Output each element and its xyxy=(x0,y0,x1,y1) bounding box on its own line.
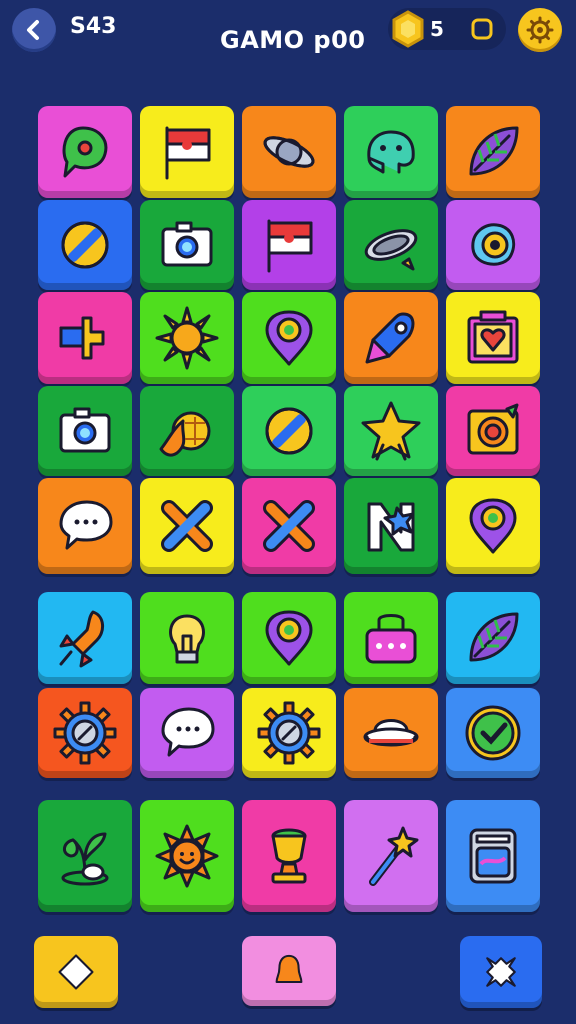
gear-icon xyxy=(257,701,321,765)
game-tile[interactable] xyxy=(446,106,540,198)
flag-icon xyxy=(165,126,211,180)
game-tile[interactable] xyxy=(446,292,540,384)
game-tile[interactable] xyxy=(242,200,336,290)
game-tile[interactable] xyxy=(344,292,438,384)
bell-button[interactable] xyxy=(242,936,336,1006)
x-mark-icon xyxy=(161,500,213,552)
game-tile[interactable] xyxy=(344,688,438,778)
star-icon xyxy=(361,401,421,461)
lightbulb-icon xyxy=(169,614,205,664)
game-tile[interactable] xyxy=(38,386,132,476)
game-tile[interactable] xyxy=(344,200,438,290)
game-tile[interactable] xyxy=(242,292,336,384)
location-pin-icon xyxy=(265,610,313,666)
game-tile[interactable] xyxy=(140,592,234,684)
game-tile[interactable] xyxy=(38,292,132,384)
check-icon xyxy=(465,705,521,761)
game-tile[interactable] xyxy=(38,800,132,912)
diamond-button[interactable] xyxy=(34,936,118,1008)
rocket-icon xyxy=(365,312,415,364)
game-tile[interactable] xyxy=(140,800,234,912)
chat-pin-icon xyxy=(62,126,108,178)
location-pin-icon xyxy=(265,310,313,366)
game-tile[interactable] xyxy=(140,688,234,778)
game-tile[interactable] xyxy=(242,800,336,912)
game-tile[interactable] xyxy=(344,386,438,476)
gear-icon xyxy=(53,701,117,765)
blob-creature-icon xyxy=(367,130,415,174)
hat-icon xyxy=(363,719,419,747)
saturn-star-icon xyxy=(364,229,418,271)
camera-icon xyxy=(161,221,213,267)
rocket-ring-icon xyxy=(61,221,109,269)
shuffle-icon xyxy=(486,957,516,987)
camera-icon xyxy=(59,407,111,453)
game-tile[interactable] xyxy=(242,592,336,684)
x-mark-icon xyxy=(263,500,315,552)
speech-bubble-icon xyxy=(59,500,113,550)
block-shape-icon xyxy=(59,316,105,360)
game-tile[interactable] xyxy=(242,106,336,198)
washing-machine-icon xyxy=(469,828,517,884)
bug-box-icon xyxy=(467,403,519,455)
game-tile[interactable] xyxy=(140,106,234,198)
heart-box-icon xyxy=(467,310,519,364)
game-tile[interactable] xyxy=(344,106,438,198)
game-tile[interactable] xyxy=(344,800,438,912)
game-tile[interactable] xyxy=(446,478,540,574)
game-tile[interactable] xyxy=(38,200,132,290)
magic-wand-icon xyxy=(369,826,419,886)
game-tile[interactable] xyxy=(38,478,132,574)
game-tile[interactable] xyxy=(446,592,540,684)
game-tile[interactable] xyxy=(38,106,132,198)
bell-icon xyxy=(275,954,303,984)
game-tile[interactable] xyxy=(140,478,234,574)
fire-planet-icon xyxy=(159,411,211,457)
game-tile[interactable] xyxy=(446,800,540,912)
game-tile[interactable] xyxy=(140,200,234,290)
leaf-icon xyxy=(469,126,519,176)
shuffle-button[interactable] xyxy=(460,936,542,1008)
leaf-icon xyxy=(469,612,519,662)
game-tile[interactable] xyxy=(242,478,336,574)
game-tile[interactable] xyxy=(446,688,540,778)
bag-icon xyxy=(365,614,417,664)
game-tile[interactable] xyxy=(242,688,336,778)
location-pin-icon xyxy=(469,498,517,554)
game-tile[interactable] xyxy=(446,386,540,476)
game-tile[interactable] xyxy=(344,478,438,574)
game-tile[interactable] xyxy=(140,292,234,384)
flag-icon xyxy=(267,219,313,273)
rocket-ring-icon xyxy=(265,407,313,455)
game-tile[interactable] xyxy=(446,200,540,290)
trophy-icon xyxy=(271,828,307,884)
egg-icon xyxy=(471,223,516,266)
letter-n-icon xyxy=(367,502,415,552)
sun-icon xyxy=(155,306,219,370)
game-tile[interactable] xyxy=(38,688,132,778)
speech-bubble-icon xyxy=(161,707,215,757)
sprout-icon xyxy=(61,832,109,886)
game-tile[interactable] xyxy=(344,592,438,684)
rocket-launch-icon xyxy=(59,610,104,668)
diamond-icon xyxy=(58,954,94,990)
ring-planet-icon xyxy=(263,136,315,168)
game-tile[interactable] xyxy=(242,386,336,476)
game-tile[interactable] xyxy=(38,592,132,684)
game-tile[interactable] xyxy=(140,386,234,476)
sun-face-icon xyxy=(155,824,219,888)
tile-board xyxy=(0,0,576,1024)
